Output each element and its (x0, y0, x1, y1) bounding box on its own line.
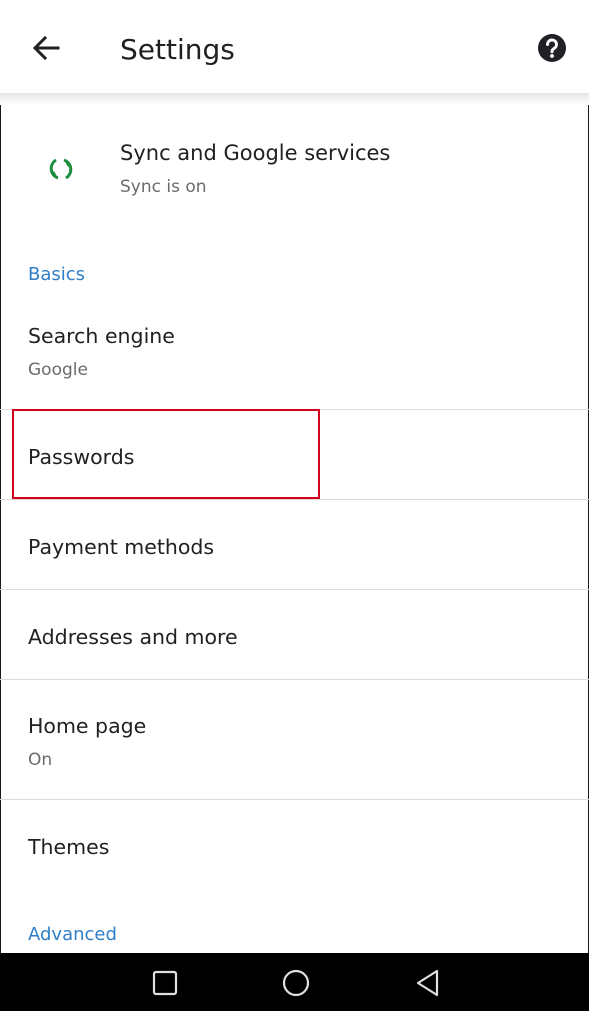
sync-status: Sync is on (120, 177, 207, 197)
settings-item-search-engine[interactable]: Search engine Google (0, 310, 589, 409)
section-header-advanced: Advanced (28, 924, 117, 945)
item-subtitle: On (28, 750, 53, 770)
settings-item-payment-methods[interactable]: Payment methods (0, 500, 589, 589)
back-button[interactable] (26, 28, 66, 68)
sync-icon (46, 154, 76, 184)
arrow-back-icon (32, 35, 60, 61)
item-title: Home page (28, 714, 147, 738)
home-button[interactable] (278, 965, 314, 1001)
section-header-basics: Basics (28, 264, 86, 285)
system-nav-bar (0, 953, 589, 1011)
item-title: Passwords (28, 445, 135, 469)
page-title: Settings (120, 33, 235, 66)
item-subtitle: Google (28, 360, 88, 380)
nav-back-button[interactable] (410, 965, 446, 1001)
item-title: Themes (28, 835, 110, 859)
item-title: Payment methods (28, 535, 215, 559)
settings-item-home-page[interactable]: Home page On (0, 680, 589, 799)
settings-item-passwords[interactable]: Passwords (0, 410, 589, 499)
circle-home-icon (282, 969, 310, 997)
app-bar-shadow (0, 93, 589, 105)
recents-button[interactable] (147, 965, 183, 1001)
app-bar: Settings (0, 0, 589, 96)
settings-item-addresses[interactable]: Addresses and more (0, 590, 589, 679)
item-title: Search engine (28, 324, 175, 348)
help-circle-icon (538, 34, 566, 62)
item-title: Addresses and more (28, 625, 238, 649)
square-recents-icon (152, 970, 178, 996)
triangle-back-icon (416, 969, 439, 997)
sync-row[interactable] (0, 110, 589, 228)
settings-item-themes[interactable]: Themes (0, 800, 589, 895)
help-button[interactable] (536, 32, 568, 64)
sync-title: Sync and Google services (120, 141, 391, 165)
